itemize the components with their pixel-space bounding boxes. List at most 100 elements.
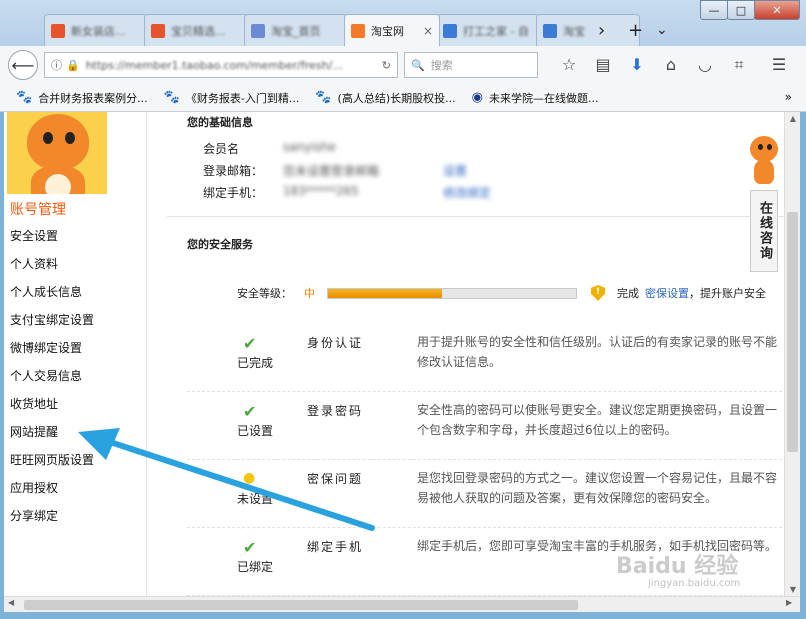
- bookmark-item[interactable]: 🐾 合并财务报表案例分...: [16, 90, 148, 106]
- tab-scroll-right-icon[interactable]: ›: [598, 14, 605, 46]
- bookmark-item[interactable]: 🐾 《财务报表-入门到精...: [164, 90, 300, 106]
- tab-label: 宝贝精选...: [171, 24, 226, 38]
- section-divider: [167, 216, 784, 217]
- address-bar[interactable]: ⓘ 🔒 https://member1.taobao.com/member/fr…: [44, 52, 398, 78]
- back-button[interactable]: ⟵: [8, 50, 38, 80]
- menu-icon[interactable]: ☰: [762, 55, 796, 75]
- scroll-right-icon[interactable]: ▶: [786, 598, 792, 607]
- bookmarks-overflow-icon[interactable]: »: [785, 90, 792, 104]
- online-consult-widget[interactable]: 在线咨询: [744, 132, 784, 272]
- security-level-bar: [327, 287, 577, 299]
- search-icon: 🔍: [411, 58, 425, 72]
- sidebar-item-9[interactable]: 应用授权: [10, 474, 94, 502]
- security-service-row: ✔ 已设置 登录密码 安全性高的密码可以使账号更安全。建议您定期更换密码，且设置一个包…: [187, 392, 784, 460]
- bookmark-label: (高人总结)长期股权投...: [337, 91, 456, 105]
- url-text[interactable]: https://member1.taobao.com/member/fresh/…: [86, 59, 382, 72]
- sidebar-item-2[interactable]: 个人成长信息: [10, 278, 94, 306]
- tab-close-icon[interactable]: ×: [423, 24, 433, 38]
- tab-list-chevron-icon[interactable]: ⌄: [656, 14, 668, 46]
- tab-1[interactable]: 宝贝精选...: [144, 14, 248, 46]
- nav-toolbar: ⟵ ⓘ 🔒 https://member1.taobao.com/member/…: [0, 46, 806, 84]
- reading-list-icon[interactable]: ▤: [586, 55, 620, 75]
- service-status: 已绑定: [237, 560, 274, 574]
- basic-info-title: 您的基础信息: [187, 116, 253, 129]
- checkmark-icon: ✔: [243, 334, 257, 353]
- tab-favicon-icon: [351, 23, 365, 38]
- sidebar-item-7[interactable]: 网站提醒: [10, 418, 94, 446]
- bookmark-item[interactable]: 🐾 (高人总结)长期股权投...: [315, 90, 455, 106]
- pocket-icon[interactable]: ◡: [688, 55, 722, 75]
- tab-3[interactable]: 淘宝网 ×: [344, 14, 440, 46]
- maximize-button[interactable]: □: [727, 0, 755, 20]
- download-icon[interactable]: ⬇: [620, 55, 654, 75]
- info-action-link[interactable]: 设置: [443, 162, 467, 179]
- complete-suffix: ，提升账户安全: [689, 287, 766, 300]
- sidebar-item-10[interactable]: 分享绑定: [10, 502, 94, 530]
- minimize-button[interactable]: —: [700, 0, 728, 20]
- bookmark-item[interactable]: ◉ 未来学院—在线做题...: [472, 90, 599, 106]
- close-window-button[interactable]: ✕: [754, 0, 800, 20]
- globe-icon: ◉: [471, 90, 483, 105]
- search-input[interactable]: 🔍 搜索: [404, 52, 538, 78]
- scroll-left-icon[interactable]: ◀: [8, 598, 14, 607]
- sidebar-item-3[interactable]: 支付宝绑定设置: [10, 306, 94, 334]
- service-name: 密保问题: [307, 472, 364, 486]
- paw-icon: 🐾: [16, 90, 33, 105]
- basic-info-row: 登录邮箱： 您未设置登录邮箱 设置: [203, 162, 467, 179]
- baidu-watermark-sub: jingyan.baidu.com: [648, 578, 741, 589]
- sidebar-item-8[interactable]: 旺旺网页版设置: [10, 446, 94, 474]
- vertical-scrollbar[interactable]: ▲ ▼: [784, 112, 800, 596]
- info-value: sanyishe: [283, 140, 336, 154]
- new-tab-button[interactable]: +: [628, 14, 643, 46]
- service-name: 绑定手机: [307, 540, 364, 554]
- back-arrow-icon: ⟵: [11, 55, 35, 75]
- checkmark-icon: ✔: [243, 402, 257, 421]
- security-title: 您的安全服务: [187, 238, 253, 251]
- tab-label: 淘宝网: [371, 24, 404, 38]
- info-icon[interactable]: ⓘ: [51, 57, 62, 73]
- bookmarks-bar: 🐾 合并财务报表案例分... 🐾 《财务报表-入门到精... 🐾 (高人总结)长期股权投.…: [0, 84, 806, 112]
- consult-label[interactable]: 在线咨询: [750, 190, 778, 272]
- home-icon[interactable]: ⌂: [654, 55, 688, 75]
- sidebar-item-1[interactable]: 个人资料: [10, 250, 94, 278]
- sidebar-item-4[interactable]: 微博绑定设置: [10, 334, 94, 362]
- scroll-up-icon[interactable]: ▲: [785, 114, 801, 123]
- sidebar-item-0[interactable]: 安全设置: [10, 222, 94, 250]
- reload-icon[interactable]: ↻: [382, 59, 391, 72]
- tab-0[interactable]: 新女装店...: [44, 14, 148, 46]
- tab-favicon-icon: [151, 23, 165, 38]
- service-description: 安全性高的密码可以使账号更安全。建议您定期更换密码，且设置一个包含数字和字母，并…: [417, 403, 778, 437]
- paw-icon: 🐾: [163, 90, 180, 105]
- horizontal-scroll-thumb[interactable]: [24, 600, 578, 610]
- tab-2[interactable]: 淘宝_首页: [244, 14, 348, 46]
- tab-strip: 新女装店... 宝贝精选... 淘宝_首页 淘宝网 × 打工之家 - 自淘宝: [44, 14, 640, 46]
- search-placeholder: 搜索: [430, 59, 453, 72]
- security-level-value: 中: [304, 287, 315, 300]
- tab-favicon-icon: [251, 23, 265, 38]
- page-viewport: 账号管理 安全设置 个人资料 个人成长信息 支付宝绑定设置 微博绑定设置 个人交易信息 收货…: [4, 112, 784, 596]
- sidebar-item-5[interactable]: 个人交易信息: [10, 362, 94, 390]
- crop-icon[interactable]: ⌗: [722, 55, 756, 75]
- paw-icon: 🐾: [315, 90, 332, 105]
- tab-favicon-icon: [443, 23, 457, 38]
- tab-4[interactable]: 打工之家 - 自: [436, 14, 540, 46]
- service-name: 登录密码: [307, 404, 364, 418]
- sidebar-menu: 安全设置 个人资料 个人成长信息 支付宝绑定设置 微博绑定设置 个人交易信息 收货地址 网站提…: [10, 222, 94, 530]
- sidebar-item-6[interactable]: 收货地址: [10, 390, 94, 418]
- info-action-link[interactable]: 修改绑定: [443, 184, 491, 201]
- shield-icon: !: [591, 285, 605, 301]
- scroll-down-icon[interactable]: ▼: [785, 585, 801, 594]
- security-question-link[interactable]: 密保设置: [645, 285, 689, 301]
- tab-favicon-icon: [51, 23, 65, 38]
- bookmark-label: 《财务报表-入门到精...: [185, 91, 300, 105]
- tab-5[interactable]: 淘宝: [536, 14, 640, 46]
- bookmark-label: 合并财务报表案例分...: [38, 91, 148, 105]
- info-label: 绑定手机：: [203, 186, 264, 200]
- vertical-scroll-thumb[interactable]: [787, 212, 798, 452]
- bookmark-label: 未来学院—在线做题...: [488, 91, 599, 105]
- service-description: 用于提升账号的安全性和信任级别。认证后的有卖家记录的账号不能修改认证信息。: [417, 335, 778, 369]
- avatar[interactable]: [7, 112, 107, 194]
- bookmark-star-icon[interactable]: ☆: [552, 55, 586, 75]
- horizontal-scrollbar[interactable]: ◀ ▶: [4, 596, 800, 612]
- title-bar: 新女装店... 宝贝精选... 淘宝_首页 淘宝网 × 打工之家 - 自淘宝 › + ⌄ …: [0, 0, 806, 46]
